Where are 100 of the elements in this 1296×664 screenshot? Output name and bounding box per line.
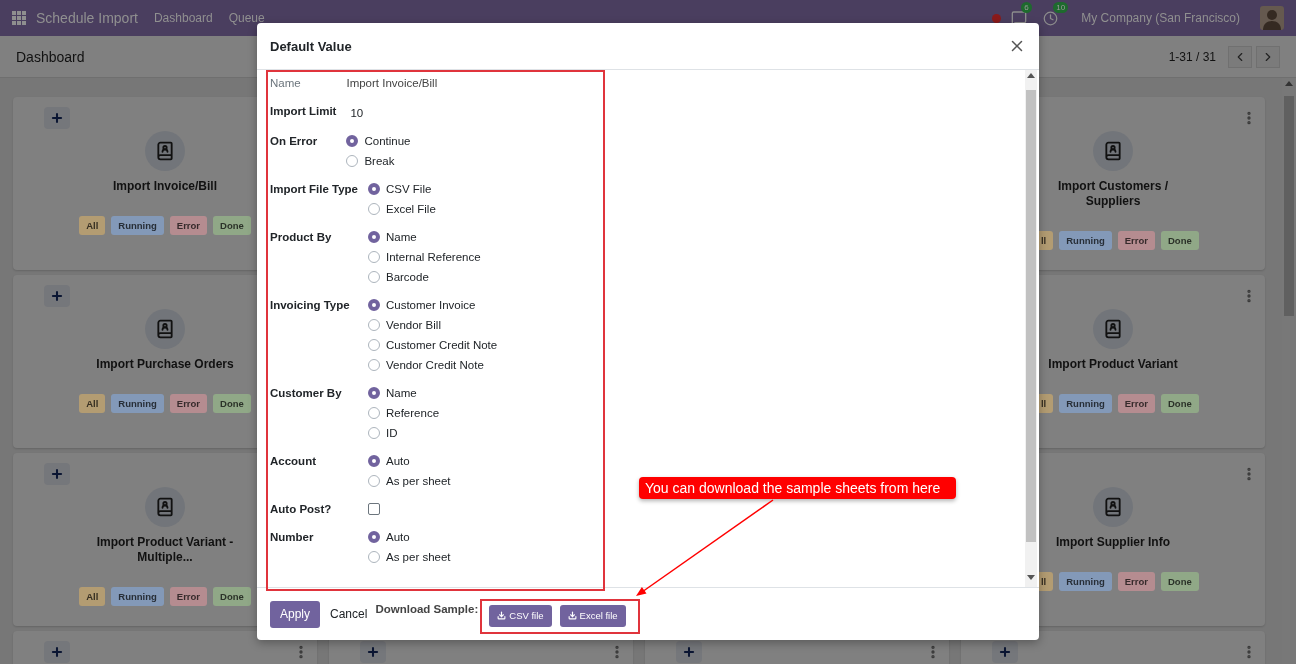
card-title: Import Supplier Info [1055, 535, 1171, 550]
radio-button[interactable] [367, 231, 380, 243]
address-book-icon [145, 131, 185, 171]
add-button[interactable] [992, 641, 1018, 663]
status-badge[interactable]: Error [169, 394, 208, 413]
add-button[interactable] [360, 641, 386, 663]
status-badge[interactable]: Error [169, 587, 208, 606]
option-label[interactable]: Customer Invoice [385, 299, 476, 311]
radio-button[interactable] [367, 387, 380, 399]
radio-button[interactable] [367, 203, 380, 215]
status-badge[interactable]: Error [169, 216, 208, 235]
radio-button[interactable] [367, 299, 380, 311]
next-button[interactable] [1256, 45, 1280, 68]
plus-icon [50, 111, 64, 125]
add-button[interactable] [44, 107, 70, 129]
status-badge[interactable]: Running [1059, 572, 1112, 591]
scrollbar-thumb[interactable] [1026, 90, 1036, 542]
status-badge[interactable]: Running [1059, 394, 1112, 413]
apps-menu-icon[interactable] [12, 11, 26, 25]
address-book-icon [145, 487, 185, 527]
status-badge[interactable]: Running [111, 587, 164, 606]
add-button[interactable] [676, 641, 702, 663]
add-button[interactable] [44, 641, 70, 663]
status-badge[interactable]: All [79, 394, 106, 413]
status-badge[interactable]: All [79, 216, 106, 235]
status-badge[interactable]: Done [1161, 572, 1199, 591]
status-badge[interactable]: Done [213, 394, 251, 413]
download-button[interactable]: CSV file [489, 604, 552, 627]
option-label[interactable]: Barcode [385, 271, 429, 283]
status-badge[interactable]: All [79, 587, 106, 606]
menu-link[interactable]: Dashboard [153, 11, 213, 25]
option-label[interactable]: Vendor Credit Note [385, 359, 484, 371]
scrollbar-thumb[interactable] [1284, 96, 1294, 316]
avatar[interactable] [1260, 6, 1284, 30]
radio-button[interactable] [367, 183, 380, 195]
option-label[interactable]: As per sheet [385, 551, 451, 563]
radio-button[interactable] [367, 427, 380, 439]
status-badge[interactable]: Done [213, 216, 251, 235]
radio-button[interactable] [367, 251, 380, 263]
option-label[interactable]: ID [385, 427, 398, 439]
clock-icon[interactable] [1043, 10, 1059, 26]
radio-button[interactable] [367, 339, 380, 351]
status-badge[interactable]: Running [111, 394, 164, 413]
status-badge[interactable]: Error [1117, 394, 1155, 413]
radio-button[interactable] [367, 359, 380, 371]
field-label: Import File Type [270, 182, 358, 197]
radio-button[interactable] [346, 155, 359, 167]
count-badge: 10 [1053, 2, 1069, 13]
status-badge[interactable]: Running [1059, 231, 1112, 250]
breadcrumb: Dashboard [16, 48, 85, 65]
status-badge[interactable]: Done [1161, 394, 1199, 413]
status-badge[interactable]: Error [1117, 231, 1155, 250]
radio-button[interactable] [367, 319, 380, 331]
menu-link[interactable]: Queue [228, 11, 265, 25]
add-button[interactable] [44, 463, 70, 485]
option-label[interactable]: Break [364, 155, 395, 167]
app-name: Schedule Import [36, 10, 138, 26]
radio-button[interactable] [367, 455, 380, 467]
option-label[interactable]: Name [385, 231, 417, 243]
alert-dot-icon[interactable] [992, 13, 1002, 23]
scroll-up-icon[interactable] [1027, 73, 1035, 78]
radio-button[interactable] [367, 531, 380, 543]
option-label[interactable]: Name [385, 387, 417, 399]
option-label[interactable]: Auto [385, 531, 410, 543]
option-label[interactable]: Continue [364, 135, 411, 147]
option-label[interactable]: As per sheet [385, 475, 451, 487]
card-title: Import Purchase Orders [95, 357, 235, 372]
previous-button[interactable] [1228, 45, 1252, 68]
company-name[interactable]: My Company (San Francisco) [1081, 11, 1240, 25]
add-button[interactable] [44, 285, 70, 307]
radio-button[interactable] [346, 135, 359, 147]
radio-button[interactable] [367, 407, 380, 419]
download-button[interactable]: Excel file [559, 604, 626, 627]
cancel-button[interactable]: Cancel [324, 607, 374, 621]
status-badge[interactable]: Running [111, 216, 164, 235]
status-badge[interactable]: Done [1161, 231, 1199, 250]
option-label[interactable]: CSV File [385, 183, 432, 195]
scroll-down-icon[interactable] [1027, 575, 1035, 580]
plus-icon [50, 467, 64, 481]
option-label[interactable]: Vendor Bill [385, 319, 441, 331]
apply-button[interactable]: Apply [270, 600, 321, 628]
radio-button[interactable] [367, 551, 380, 563]
checkbox[interactable] [367, 503, 380, 515]
input-field[interactable]: 10 [346, 101, 368, 123]
chat-icon[interactable] [1011, 10, 1028, 26]
card-title: Import Product Variant [1047, 357, 1179, 372]
scrollbar[interactable] [1025, 70, 1037, 587]
card-title: Import Product Variant - Multiple... [95, 535, 235, 565]
option-label[interactable]: Reference [385, 407, 440, 419]
field-label: Auto Post? [270, 502, 333, 517]
option-label[interactable]: Internal Reference [385, 251, 481, 263]
option-label[interactable]: Customer Credit Note [385, 339, 498, 351]
radio-button[interactable] [367, 271, 380, 283]
option-label[interactable]: Excel File [385, 203, 436, 215]
status-badge[interactable]: Done [213, 587, 251, 606]
status-badge[interactable]: Error [1117, 572, 1155, 591]
scroll-up-icon[interactable] [1285, 81, 1293, 86]
option-label[interactable]: Auto [385, 455, 410, 467]
radio-button[interactable] [367, 475, 380, 487]
field-label: On Error [270, 134, 319, 149]
